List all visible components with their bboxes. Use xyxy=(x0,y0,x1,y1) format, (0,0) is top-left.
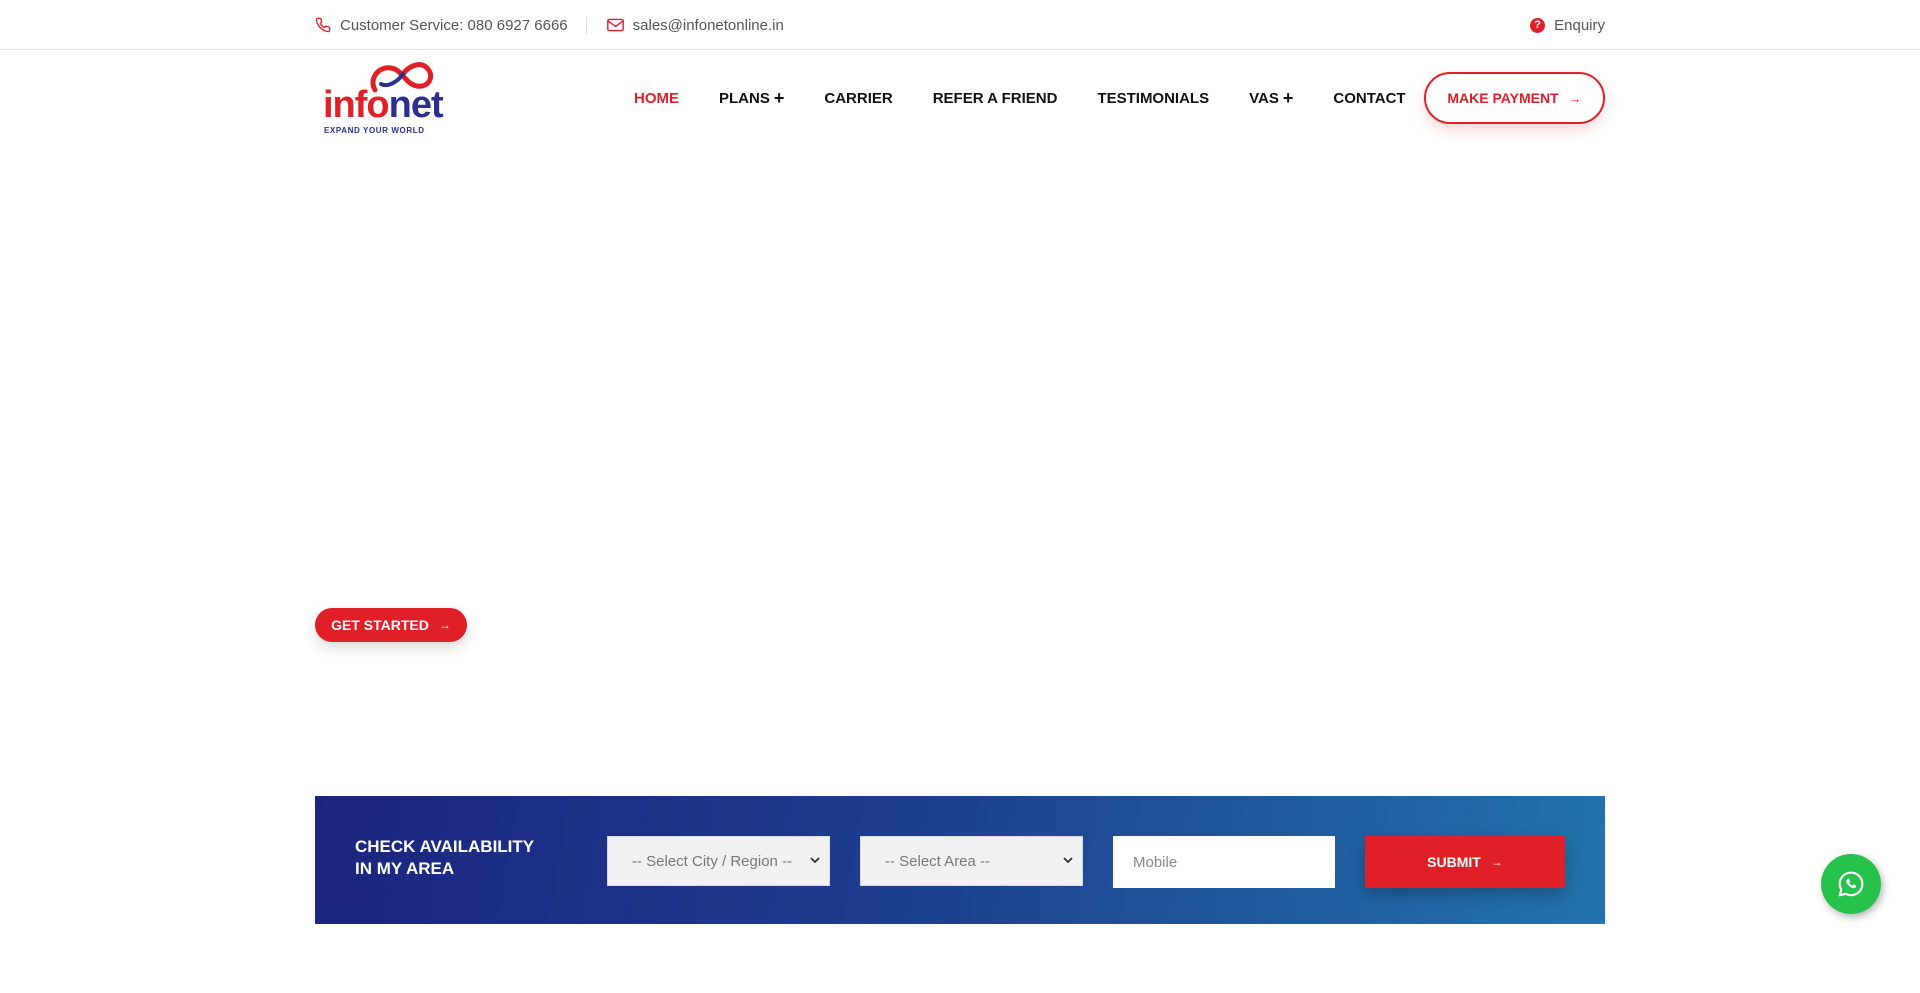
whatsapp-button[interactable] xyxy=(1821,854,1881,914)
enquiry-link[interactable]: ? Enquiry xyxy=(1530,17,1605,34)
infonet-logo[interactable]: infonet EXPAND YOUR WORLD xyxy=(323,58,444,136)
nav-item-contact[interactable]: CONTACT xyxy=(1333,90,1405,107)
city-region-select[interactable]: -- Select City / Region -- xyxy=(607,836,830,886)
mobile-input[interactable] xyxy=(1113,836,1335,888)
make-payment-button[interactable]: MAKE PAYMENT → xyxy=(1424,72,1605,124)
nav-item-carrier[interactable]: CARRIER xyxy=(824,90,892,107)
enquiry-label: Enquiry xyxy=(1554,16,1605,34)
check-availability-band: CHECK AVAILABILITY IN MY AREA -- Select … xyxy=(315,796,1605,924)
question-circle-icon: ? xyxy=(1530,17,1546,33)
availability-title: CHECK AVAILABILITY IN MY AREA xyxy=(355,837,535,878)
area-select[interactable]: -- Select Area -- xyxy=(860,836,1083,886)
logo-tagline: EXPAND YOUR WORLD xyxy=(324,126,425,135)
logo-wordmark: infonet xyxy=(323,84,444,126)
nav-item-testimonials[interactable]: TESTIMONIALS xyxy=(1097,90,1209,107)
chevron-down-icon xyxy=(810,857,820,864)
whatsapp-icon xyxy=(1838,871,1864,897)
phone-text: Customer Service: 080 6927 6666 xyxy=(340,16,568,34)
arrow-right-icon: → xyxy=(1490,855,1503,869)
phone-icon xyxy=(315,17,331,33)
mail-icon xyxy=(606,18,624,32)
submit-button[interactable]: SUBMIT → xyxy=(1365,836,1565,888)
arrow-right-icon: → xyxy=(1568,90,1582,106)
plus-icon: + xyxy=(773,88,785,108)
chevron-down-icon xyxy=(1063,857,1073,864)
nav-item-plans[interactable]: PLANS + xyxy=(719,89,784,107)
sales-email[interactable]: sales@infonetonline.in xyxy=(606,16,784,34)
plus-icon: + xyxy=(1282,88,1294,108)
nav-item-vas[interactable]: VAS + xyxy=(1249,89,1293,107)
nav-item-home[interactable]: HOME xyxy=(634,90,679,107)
top-bar: Customer Service: 080 6927 6666 sales@in… xyxy=(0,0,1920,50)
email-text: sales@infonetonline.in xyxy=(632,16,784,34)
get-started-button[interactable]: GET STARTED → xyxy=(315,608,467,642)
nav-item-refer-a-friend[interactable]: REFER A FRIEND xyxy=(933,90,1058,107)
top-bar-inner: Customer Service: 080 6927 6666 sales@in… xyxy=(315,0,1605,50)
main-header: infonet EXPAND YOUR WORLD HOME PLANS + CA… xyxy=(315,50,1605,146)
arrow-right-icon: → xyxy=(438,618,451,632)
main-nav: HOME PLANS + CARRIER REFER A FRIEND TESTI… xyxy=(634,50,1406,146)
customer-service-phone[interactable]: Customer Service: 080 6927 6666 xyxy=(315,16,587,34)
